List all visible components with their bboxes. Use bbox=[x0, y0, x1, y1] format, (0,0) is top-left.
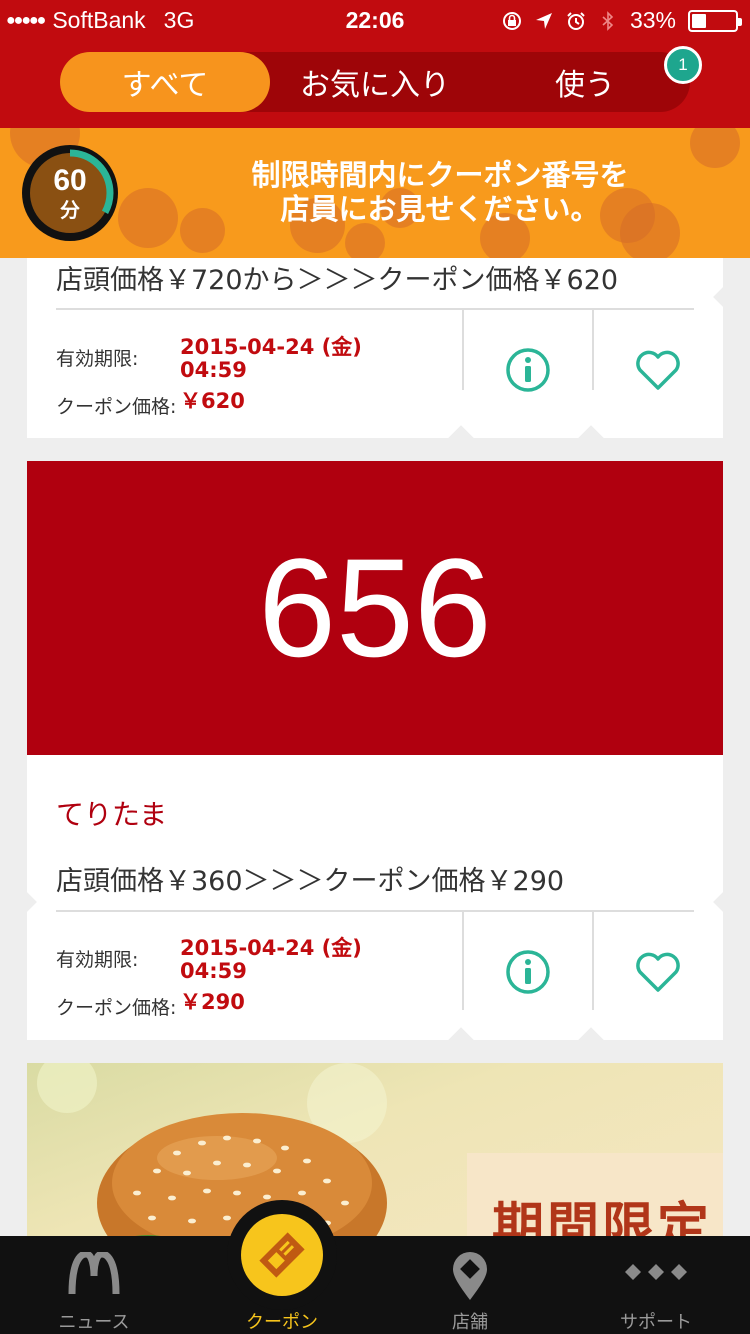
coupon-price-value: ￥290 bbox=[180, 990, 245, 1014]
coupon-icon bbox=[241, 1214, 323, 1296]
expiry-date: 2015-04-24 (金) bbox=[180, 335, 362, 359]
tab-news[interactable]: ニュース bbox=[0, 1236, 188, 1334]
heart-icon bbox=[636, 952, 680, 992]
coupon-price-label: クーポン価格: bbox=[56, 997, 177, 1019]
card-notch bbox=[713, 287, 733, 307]
divider bbox=[56, 308, 694, 310]
info-icon bbox=[506, 348, 550, 392]
tab-label: クーポン bbox=[246, 1312, 318, 1333]
coupon-card: てりたま 店頭価格￥360＞＞＞クーポン価格￥290 有効期限: 2015-04… bbox=[17, 755, 733, 1053]
banner-line-1: 制限時間内にクーポン番号を bbox=[251, 158, 629, 192]
coupon-price-value: ￥620 bbox=[180, 389, 245, 413]
info-button[interactable] bbox=[464, 320, 592, 420]
coupon-card: 店頭価格￥720から＞＞＞クーポン価格￥620 有効期限: 2015-04-24… bbox=[27, 258, 733, 451]
diamonds-icon bbox=[562, 1262, 750, 1282]
timer-label: 60 分 bbox=[20, 143, 120, 243]
info-icon bbox=[506, 950, 550, 994]
timer-unit: 分 bbox=[60, 198, 80, 222]
tab-support[interactable]: サポート bbox=[562, 1236, 750, 1334]
battery-percent: 33% bbox=[629, 7, 676, 33]
tab-all[interactable]: すべて bbox=[60, 52, 270, 112]
expiry-value: 2015-04-24 (金) 04:59 bbox=[180, 937, 362, 983]
coupon-price-label: クーポン価格: bbox=[56, 396, 177, 418]
header: すべて お気に入り 使う 1 bbox=[0, 40, 750, 128]
expiry-label: 有効期限: bbox=[56, 348, 139, 370]
promo-banner[interactable]: 期間限定 bbox=[27, 1063, 723, 1236]
bluetooth-icon bbox=[602, 10, 614, 31]
bottom-tab-bar: ニュース クーポン 店舗 サポート bbox=[0, 1236, 750, 1334]
price-text: 店頭価格￥360＞＞＞クーポン価格￥290 bbox=[56, 866, 565, 897]
promo-text: 期間限定 bbox=[492, 1198, 713, 1236]
battery-icon bbox=[688, 9, 742, 32]
tab-label: ニュース bbox=[58, 1312, 130, 1333]
coupon-name: てりたま bbox=[56, 798, 168, 831]
divider bbox=[56, 910, 694, 912]
card-tab bbox=[448, 1027, 474, 1053]
expiry-label: 有効期限: bbox=[56, 949, 139, 971]
expiry-time: 04:59 bbox=[180, 959, 247, 983]
card-tab bbox=[578, 425, 604, 451]
tab-label: サポート bbox=[620, 1312, 692, 1333]
map-pin-icon bbox=[376, 1252, 564, 1302]
segmented-control: すべて お気に入り 使う 1 bbox=[60, 46, 702, 112]
mcdonalds-logo-icon bbox=[0, 1252, 188, 1296]
coupon-code: 656 bbox=[258, 529, 492, 686]
expiry-value: 2015-04-24 (金) 04:59 bbox=[180, 336, 362, 382]
timer-minutes: 60 bbox=[53, 164, 87, 197]
card-notch bbox=[713, 892, 733, 912]
status-bar: ●●●●● SoftBank 3G 22:06 33% bbox=[0, 0, 750, 40]
favorite-button[interactable] bbox=[594, 922, 722, 1022]
expiry-date: 2015-04-24 (金) bbox=[180, 936, 362, 960]
card-tab bbox=[578, 1027, 604, 1053]
banner-message: 制限時間内にクーポン番号を 店員にお見せください。 bbox=[150, 158, 730, 226]
rotation-lock-icon bbox=[502, 11, 521, 30]
card-notch bbox=[17, 892, 37, 912]
heart-icon bbox=[636, 350, 680, 390]
battery-level bbox=[692, 13, 706, 28]
tab-use[interactable]: 使う bbox=[480, 52, 690, 112]
use-count-badge: 1 bbox=[664, 46, 702, 84]
price-text: 店頭価格￥720から＞＞＞クーポン価格￥620 bbox=[56, 265, 619, 296]
tab-label: 店舗 bbox=[452, 1312, 488, 1333]
alarm-icon bbox=[567, 11, 585, 30]
expiry-time: 04:59 bbox=[180, 358, 247, 382]
timer-banner: 60 分 制限時間内にクーポン番号を 店員にお見せください。 bbox=[0, 128, 750, 258]
tab-favorites[interactable]: お気に入り bbox=[270, 52, 480, 112]
info-button[interactable] bbox=[464, 922, 592, 1022]
favorite-button[interactable] bbox=[594, 320, 722, 420]
tab-store[interactable]: 店舗 bbox=[376, 1236, 564, 1334]
card-tab bbox=[448, 425, 474, 451]
coupon-list[interactable]: 店頭価格￥720から＞＞＞クーポン価格￥620 有効期限: 2015-04-24… bbox=[0, 258, 750, 1236]
banner-line-2: 店員にお見せください。 bbox=[280, 192, 600, 226]
location-icon bbox=[535, 12, 552, 29]
decoration-bubble bbox=[345, 223, 385, 258]
coupon-code-display: 656 bbox=[27, 461, 723, 755]
